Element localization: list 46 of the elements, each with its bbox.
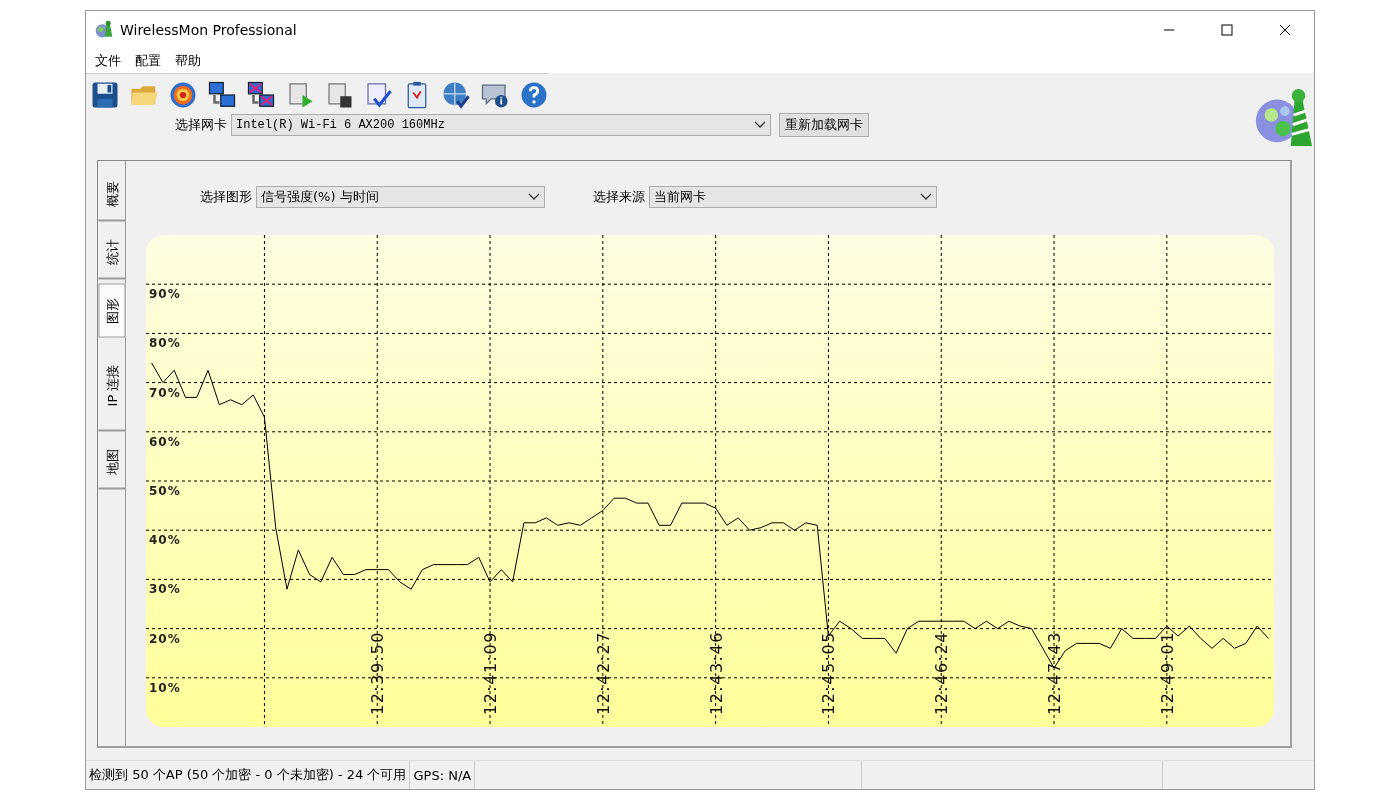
- x-axis-label: 12:42:27: [593, 631, 613, 715]
- x-axis-label: 12:39:50: [368, 631, 388, 715]
- status-text: 检测到 50 个AP (50 个加密 - 0 个未加密) - 24 个可用: [86, 761, 411, 789]
- dropdown[interactable]: 当前网卡: [649, 186, 937, 208]
- x-axis-label: 12:41:09: [481, 631, 501, 715]
- x-axis-label: 12:43:46: [706, 631, 726, 715]
- chevron-down-icon: [528, 193, 540, 201]
- select-label: 选择网卡: [175, 116, 227, 134]
- globe-check-icon[interactable]: [441, 80, 471, 110]
- reload-adapter-button[interactable]: 重新加载网卡: [779, 113, 869, 137]
- dropdown[interactable]: Intel(R) Wi-Fi 6 AX200 160MHz: [231, 114, 771, 136]
- close-icon: [1279, 24, 1291, 36]
- y-axis-label: 20%: [149, 631, 181, 646]
- y-axis-label: 40%: [149, 533, 181, 548]
- target-icon[interactable]: [168, 80, 198, 110]
- menu-item[interactable]: 配置: [128, 52, 168, 70]
- chevron-down-icon: [920, 193, 932, 201]
- y-axis-label: 10%: [149, 680, 181, 695]
- monitors-icon[interactable]: [207, 80, 237, 110]
- status-text: GPS: N/A: [410, 761, 476, 789]
- dropdown[interactable]: 信号强度(%) 与时间: [256, 186, 545, 208]
- y-axis-label: 70%: [149, 385, 181, 400]
- side-tab[interactable]: IP 连接: [98, 341, 125, 431]
- side-tab[interactable]: 概要: [98, 167, 125, 221]
- x-axis-label: 12:46:24: [932, 631, 952, 715]
- side-tab[interactable]: 地图: [98, 435, 125, 489]
- window-title: WirelessMon Professional: [120, 22, 298, 38]
- menu-item[interactable]: 帮助: [168, 52, 208, 70]
- y-axis-label: 90%: [149, 287, 181, 302]
- app-icon: [94, 20, 114, 40]
- help-icon[interactable]: [519, 80, 549, 110]
- maximize-icon: [1221, 24, 1233, 36]
- select-label: 选择图形: [200, 188, 252, 206]
- monitors-crossed-icon[interactable]: [246, 80, 276, 110]
- y-axis-label: 60%: [149, 434, 181, 449]
- side-tab[interactable]: 图形: [98, 283, 125, 337]
- y-axis-label: 30%: [149, 582, 181, 597]
- x-axis-label: 12:47:43: [1045, 631, 1065, 715]
- y-axis-label: 80%: [149, 336, 181, 351]
- side-tab[interactable]: 统计: [98, 225, 125, 279]
- y-axis-label: 50%: [149, 484, 181, 498]
- menu-item[interactable]: 文件: [88, 52, 128, 70]
- x-axis-label: 12:49:01: [1157, 631, 1177, 715]
- chevron-down-icon: [754, 121, 766, 129]
- select-label: 选择来源: [593, 188, 645, 206]
- x-axis-label: 12:45:05: [819, 631, 839, 715]
